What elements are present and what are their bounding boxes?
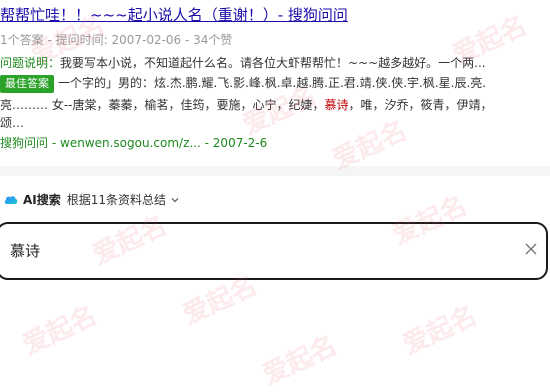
section-divider <box>0 166 550 176</box>
search-box[interactable]: 慕诗 <box>0 222 548 280</box>
ai-summary: 根据11条资料总结 <box>66 193 167 207</box>
result-source[interactable]: 搜狗问问 - wenwen.sogou.com/z... - 2007-2-6 <box>0 134 267 151</box>
question-text: 我要写本小说，不知道起什么名。请各位大虾帮帮忙！~~~越多越好。一个两... <box>60 56 486 70</box>
answer-highlight: 慕诗 <box>324 98 349 112</box>
answer-text-2a: 亮……… 女--唐棠，蓁蓁，榆茗，佳筠，要施，心宁，纪婕， <box>0 98 325 112</box>
watermark: 爱起名 <box>398 300 482 361</box>
ai-search-toggle[interactable]: AI搜索 根据11条资料总结 <box>3 191 180 208</box>
best-answer-badge: 最佳答案 <box>0 75 54 93</box>
source-url: wenwen.sogou.com/z... <box>60 136 201 150</box>
answer-text-2b: ，唯，汐乔，筱青，伊靖， <box>348 98 493 112</box>
source-date: 2007-2-6 <box>212 136 268 150</box>
answer-line-2: 亮……… 女--唐棠，蓁蓁，榆茗，佳筠，要施，心宁，纪婕，慕诗，唯，汐乔，筱青，… <box>0 96 493 113</box>
chevron-down-icon <box>171 197 179 202</box>
answer-line-1: 最佳答案 一个字的」男的：炫.杰.鹏.耀.飞.影.峰.枫.卓.越.腾.正.君.靖.… <box>0 74 486 93</box>
answer-text-1: 一个字的」男的：炫.杰.鹏.耀.飞.影.峰.枫.卓.越.腾.正.君.靖.侠.侠.… <box>58 76 487 90</box>
search-input[interactable]: 慕诗 <box>10 240 40 261</box>
ai-label: AI搜索 <box>23 193 61 207</box>
ai-cloud-icon <box>4 195 18 204</box>
question-line: 问题说明：我要写本小说，不知道起什么名。请各位大虾帮帮忙！~~~越多越好。一个两… <box>0 54 486 71</box>
watermark: 爱起名 <box>18 300 102 361</box>
result-title-link[interactable]: 帮帮忙哇！！~~~起小说人名（重谢！）- 搜狗问问 <box>0 4 348 25</box>
watermark: 爱起名 <box>258 330 342 391</box>
answer-line-3: 颂… <box>0 116 25 130</box>
clear-icon[interactable] <box>524 242 538 256</box>
source-name: 搜狗问问 <box>0 136 49 150</box>
question-label: 问题说明： <box>0 56 61 70</box>
result-meta: 1个答案 - 提问时间: 2007-02-06 - 34个赞 <box>0 33 233 47</box>
